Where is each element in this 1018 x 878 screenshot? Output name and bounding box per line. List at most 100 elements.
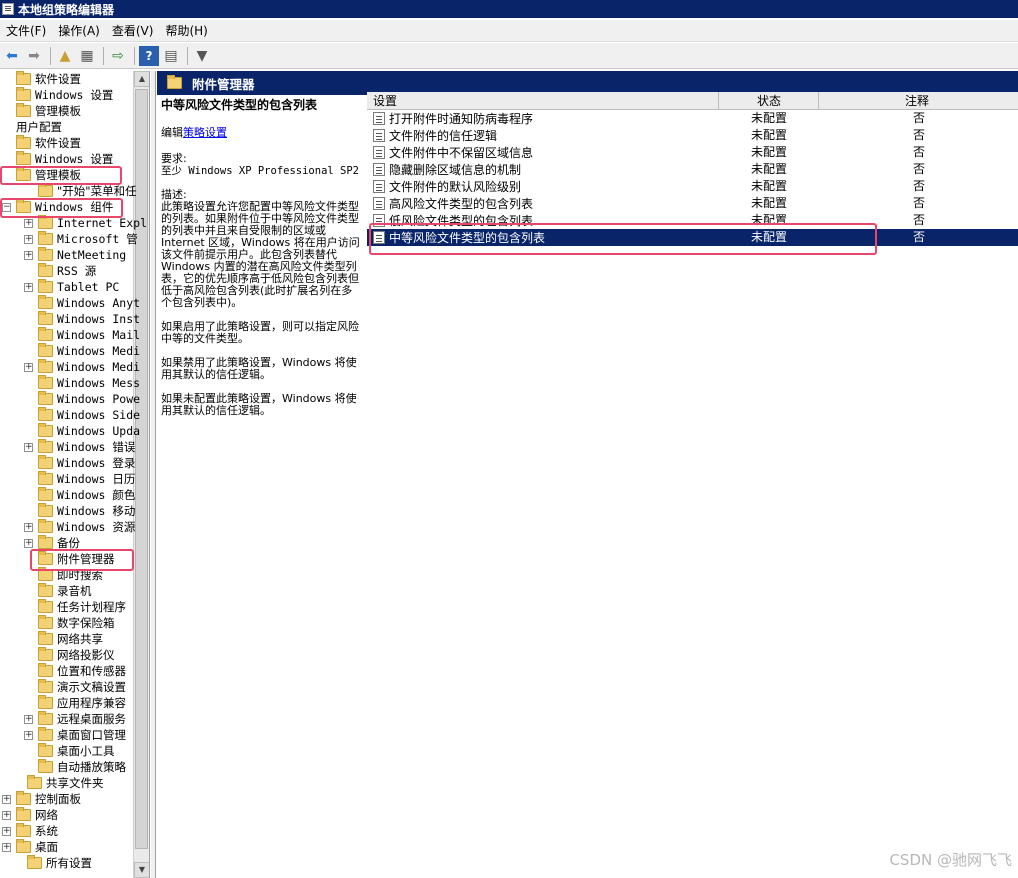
tree-item[interactable]: Windows 移动: [24, 503, 135, 519]
scroll-up-icon[interactable]: ▲: [134, 71, 149, 87]
column-note[interactable]: 注释: [819, 92, 1018, 110]
expand-icon[interactable]: +: [2, 826, 11, 836]
help-icon[interactable]: ?: [139, 45, 159, 66]
forward-icon[interactable]: ➡: [24, 46, 44, 66]
tree-item-label: 所有设置: [46, 856, 92, 870]
policy-row[interactable]: 文件附件的默认风险级别 未配置 否: [367, 178, 1018, 195]
tree-item-label: Windows Anyt: [57, 296, 141, 310]
tree-item-label: 共享文件夹: [46, 776, 104, 790]
watermark: CSDN @驰网飞飞: [889, 851, 1012, 869]
scroll-thumb[interactable]: [135, 89, 148, 849]
expand-icon[interactable]: +: [24, 442, 33, 452]
menu-view[interactable]: 查看(V): [106, 22, 160, 39]
tree-item[interactable]: + 控制面板: [2, 791, 81, 807]
tree-item[interactable]: Windows Mail: [24, 327, 140, 343]
tree-item[interactable]: + Windows 资源: [24, 519, 135, 535]
policy-cell: 文件附件的信任逻辑: [373, 127, 497, 144]
tree-item[interactable]: + 桌面窗口管理: [24, 727, 126, 743]
expand-icon[interactable]: +: [2, 842, 11, 852]
tree-item[interactable]: + NetMeeting: [24, 247, 126, 263]
policy-row[interactable]: 隐藏删除区域信息的机制 未配置 否: [367, 161, 1018, 178]
column-state[interactable]: 状态: [719, 92, 819, 110]
tree-item[interactable]: 数字保险箱: [24, 615, 115, 631]
tree-item[interactable]: 桌面小工具: [24, 743, 115, 759]
tree-item[interactable]: Windows Inst: [24, 311, 140, 327]
tree-item-label: 桌面小工具: [57, 744, 115, 758]
tree-item[interactable]: Windows Powe: [24, 391, 140, 407]
tree-item-label: Windows Inst: [57, 312, 141, 326]
up-folder-icon[interactable]: ▲: [55, 46, 75, 66]
tree-item[interactable]: 录音机: [24, 583, 92, 599]
tree-item[interactable]: 管理模板: [2, 103, 81, 119]
expand-icon[interactable]: +: [2, 794, 11, 804]
policy-note: 否: [913, 145, 926, 159]
tree-item[interactable]: 任务计划程序: [24, 599, 126, 615]
back-icon[interactable]: ⬅: [2, 46, 22, 66]
tree-item-label: Windows 日历: [57, 472, 136, 486]
pane-splitter[interactable]: [151, 71, 156, 878]
policy-state: 未配置: [751, 145, 788, 159]
tree-item[interactable]: Windows 设置: [2, 151, 113, 167]
tree-item[interactable]: + 网络: [2, 807, 58, 823]
tree-item[interactable]: Windows Mess: [24, 375, 140, 391]
expand-icon[interactable]: +: [24, 362, 33, 372]
tree-item[interactable]: + Tablet PC: [24, 279, 119, 295]
tree-item[interactable]: 共享文件夹: [13, 775, 104, 791]
expand-icon[interactable]: +: [24, 250, 33, 260]
properties-icon[interactable]: ▤: [161, 46, 181, 66]
tree-item[interactable]: Windows Medi: [24, 343, 140, 359]
menu-help[interactable]: 帮助(H): [159, 22, 213, 39]
tree-item[interactable]: RSS 源: [24, 263, 96, 279]
menu-file[interactable]: 文件(F): [0, 22, 52, 39]
scroll-down-icon[interactable]: ▼: [134, 862, 149, 878]
expand-icon[interactable]: +: [2, 810, 11, 820]
tree-item[interactable]: 网络投影仪: [24, 647, 115, 663]
tree-item[interactable]: Windows Side: [24, 407, 140, 423]
export-icon[interactable]: ⇨: [108, 46, 128, 66]
expand-icon[interactable]: +: [24, 730, 33, 740]
tree-item[interactable]: "开始"菜单和任: [24, 183, 137, 199]
tree-item[interactable]: + 系统: [2, 823, 58, 839]
tree-item[interactable]: Windows 颜色: [24, 487, 135, 503]
tree-item[interactable]: + 远程桌面服务: [24, 711, 126, 727]
folder-icon: [38, 423, 53, 437]
menu-action[interactable]: 操作(A): [52, 22, 106, 39]
expand-icon[interactable]: +: [24, 282, 33, 292]
tree-item[interactable]: Windows 日历: [24, 471, 135, 487]
tree-item[interactable]: 用户配置: [2, 119, 62, 135]
tree-item[interactable]: Windows Upda: [24, 423, 140, 439]
show-tree-icon[interactable]: ▦: [77, 46, 97, 66]
tree-item[interactable]: + Windows Medi: [24, 359, 140, 375]
folder-icon: [16, 807, 31, 821]
policy-row[interactable]: 文件附件中不保留区域信息 未配置 否: [367, 144, 1018, 161]
tree-item[interactable]: + Windows 错误: [24, 439, 135, 455]
tree-item[interactable]: 位置和传感器: [24, 663, 126, 679]
expand-icon[interactable]: +: [24, 714, 33, 724]
policy-row[interactable]: 高风险文件类型的包含列表 未配置 否: [367, 195, 1018, 212]
folder-icon: [167, 75, 182, 89]
policy-settings-link[interactable]: 策略设置: [183, 126, 227, 139]
policy-row[interactable]: 文件附件的信任逻辑 未配置 否: [367, 127, 1018, 144]
tree-item[interactable]: Windows 设置: [2, 87, 113, 103]
policy-note: 否: [913, 128, 926, 142]
tree-item[interactable]: Windows 登录: [24, 455, 135, 471]
toolbar-divider: [187, 46, 188, 65]
column-setting[interactable]: 设置: [367, 92, 719, 110]
tree-item[interactable]: 软件设置: [2, 135, 81, 151]
tree-item[interactable]: 网络共享: [24, 631, 103, 647]
tree-item[interactable]: 应用程序兼容: [24, 695, 126, 711]
tree-item[interactable]: Windows Anyt: [24, 295, 140, 311]
tree-item[interactable]: 自动播放策略: [24, 759, 126, 775]
tree-item[interactable]: 软件设置: [2, 71, 81, 87]
expand-icon[interactable]: +: [24, 234, 33, 244]
expand-icon[interactable]: +: [24, 522, 33, 532]
tree-item[interactable]: + Microsoft 管: [24, 231, 138, 247]
tree-item[interactable]: 所有设置: [13, 855, 92, 871]
expand-icon[interactable]: +: [24, 538, 33, 548]
tree-item[interactable]: 演示文稿设置: [24, 679, 126, 695]
filter-icon[interactable]: ▼: [192, 46, 212, 66]
tree-item[interactable]: + 桌面: [2, 839, 58, 855]
policy-row[interactable]: 打开附件时通知防病毒程序 未配置 否: [367, 110, 1018, 127]
folder-icon: [16, 87, 31, 101]
expand-icon[interactable]: +: [24, 218, 33, 228]
